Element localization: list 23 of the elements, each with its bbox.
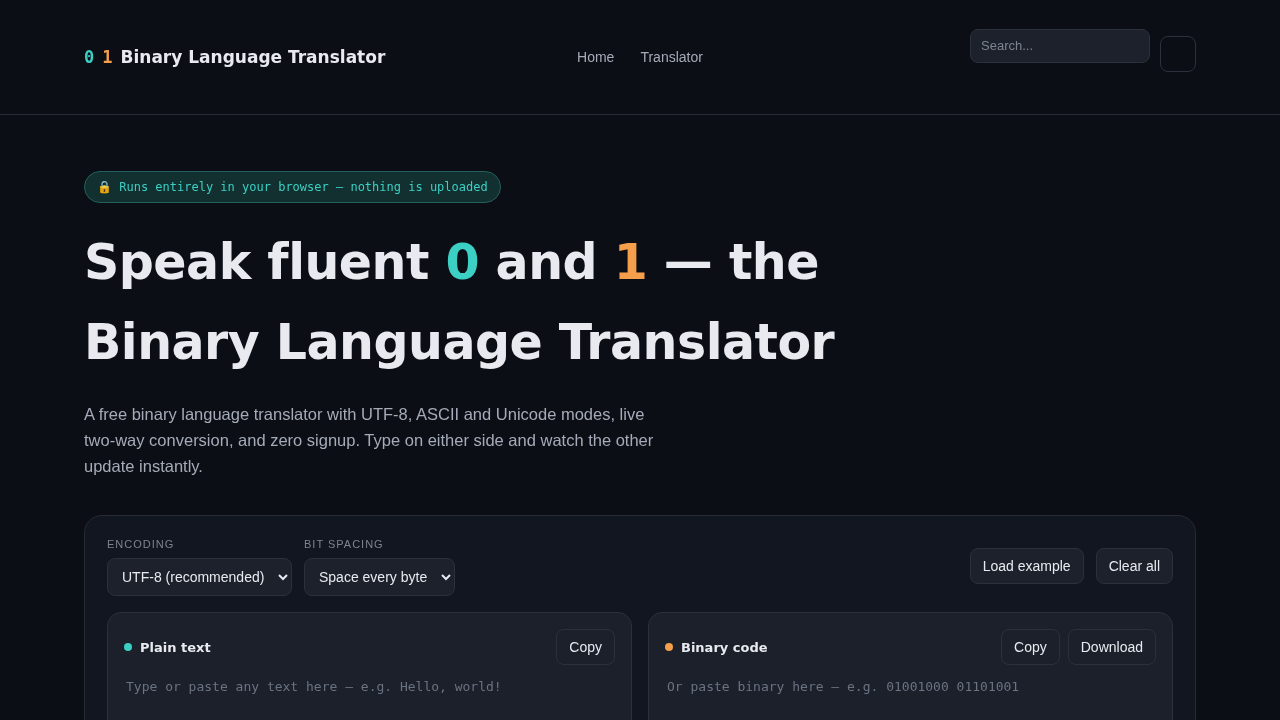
- dropdown-select[interactable]: UTF‑8 (recommended): [107, 558, 292, 596]
- panel-button[interactable]: Copy: [1001, 629, 1060, 665]
- panel-button[interactable]: Download: [1067, 629, 1156, 665]
- panel-button[interactable]: Copy: [556, 629, 615, 665]
- dropdown-select[interactable]: Space every byte: [304, 558, 455, 596]
- select-label: ENCODING: [107, 538, 176, 550]
- nav-link[interactable]: Translator: [640, 49, 703, 65]
- site-title[interactable]: Binary Language Translator: [120, 47, 386, 67]
- logo-digit: 1: [102, 47, 113, 67]
- text-area[interactable]: Or paste binary here — e.g. 01001000 01101001: [665, 673, 1156, 720]
- hero-heading: Speak fluent 0 and 1 — the Binary Language Translator: [84, 233, 836, 373]
- action-button[interactable]: Clear all: [1095, 548, 1173, 584]
- intro-paragraph: A free binary language translator with UTF‑8, ASCII and Unicode modes, live two‑way conversion, and zero signup. Type on either side and watch the other update instantly.: [84, 404, 655, 477]
- text-area[interactable]: Type or paste any text here — e.g. Hello, world!: [124, 673, 615, 720]
- action-button[interactable]: Load example: [969, 548, 1084, 584]
- privacy-badge: 🔒 Runs entirely in your browser — nothing is uploaded: [84, 171, 501, 203]
- panel-title: Binary code: [681, 639, 769, 655]
- nav-link[interactable]: Home: [577, 49, 615, 65]
- theme-toggle-button[interactable]: [1160, 35, 1196, 72]
- select-label: BIT SPACING: [304, 538, 385, 550]
- panel-title: Plain text: [140, 639, 212, 655]
- logo-digit: 0: [84, 47, 95, 67]
- search-field[interactable]: Search...: [970, 28, 1150, 63]
